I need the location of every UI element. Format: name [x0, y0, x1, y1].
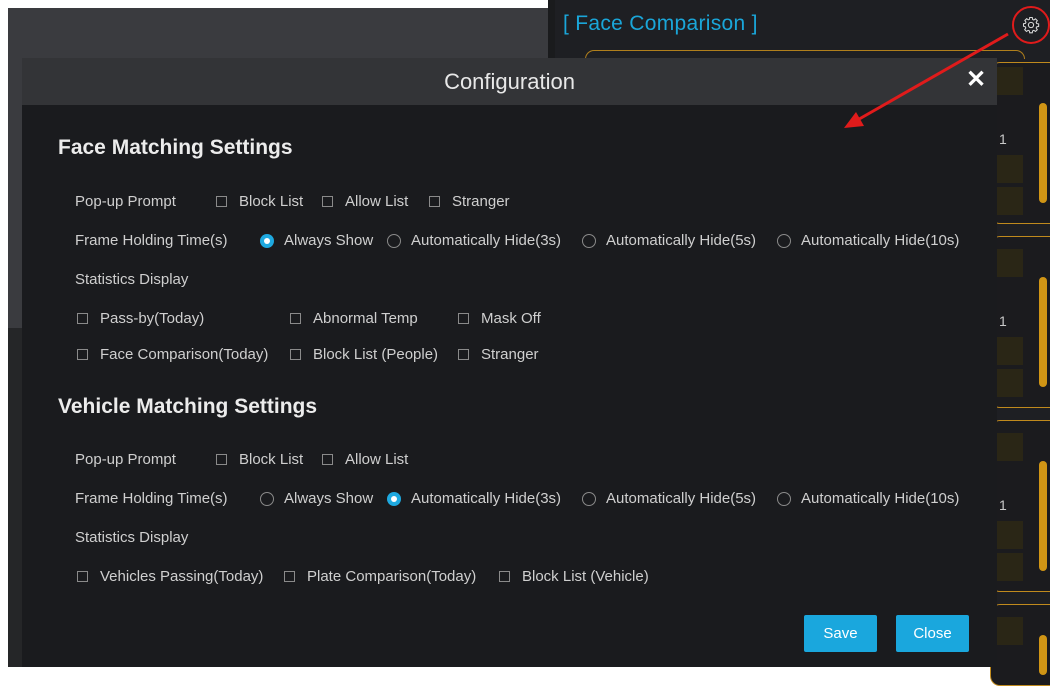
option-label: Block List [239, 193, 304, 210]
option-label: Automatically Hide(5s) [606, 490, 757, 507]
face-holding-label: Frame Holding Time(s) [75, 232, 228, 249]
checkbox-box [284, 571, 295, 582]
vehicle-popup-block-list-checkbox[interactable]: Block List [216, 451, 303, 468]
checkbox-box [322, 454, 333, 465]
stat-block-list-people-checkbox[interactable]: Block List (People) [290, 346, 438, 363]
stat-vehicles-passing-checkbox[interactable]: Vehicles Passing(Today) [77, 568, 263, 585]
option-label: Stranger [481, 346, 539, 363]
card-slot [997, 553, 1023, 581]
face-holding-hide10s-radio[interactable]: Automatically Hide(10s) [777, 232, 959, 249]
checkbox-box [77, 313, 88, 324]
stat-abnormal-temp-checkbox[interactable]: Abnormal Temp [290, 310, 418, 327]
background-card [990, 604, 1050, 686]
save-button[interactable]: Save [804, 615, 877, 652]
option-label: Block List (Vehicle) [522, 568, 649, 585]
checkbox-box [216, 196, 227, 207]
annotation-arrow [844, 32, 1009, 128]
card-slot [997, 433, 1023, 461]
background-left-edge [8, 328, 22, 667]
card-slot [997, 369, 1023, 397]
background-card: 1 [990, 420, 1050, 592]
checkbox-box [458, 349, 469, 360]
card-rail [1039, 461, 1047, 571]
stat-face-comparison-checkbox[interactable]: Face Comparison(Today) [77, 346, 268, 363]
radio-unselected [260, 491, 274, 506]
vehicle-holding-hide5s-radio[interactable]: Automatically Hide(5s) [582, 490, 756, 507]
card-slot [997, 155, 1023, 183]
checkbox-box [77, 571, 88, 582]
option-label: Automatically Hide(3s) [411, 232, 562, 249]
card-slot [997, 337, 1023, 365]
card-rail [1039, 277, 1047, 387]
option-label: Block List (People) [313, 346, 439, 363]
checkbox-box [290, 313, 301, 324]
radio-unselected [777, 233, 791, 248]
card-rail [1039, 103, 1047, 203]
vehicle-holding-always-show-radio[interactable]: Always Show [260, 490, 373, 507]
option-label: Automatically Hide(5s) [606, 232, 757, 249]
face-popup-label: Pop-up Prompt [75, 193, 176, 210]
checkbox-box [458, 313, 469, 324]
checkbox-box [429, 196, 440, 207]
vehicle-stats-label: Statistics Display [75, 529, 189, 546]
radio-unselected [582, 491, 596, 506]
face-holding-hide5s-radio[interactable]: Automatically Hide(5s) [582, 232, 756, 249]
face-popup-allow-list-checkbox[interactable]: Allow List [322, 193, 408, 210]
option-label: Mask Off [481, 310, 541, 327]
option-label: Always Show [284, 490, 374, 507]
face-stats-label: Statistics Display [75, 271, 189, 288]
stat-block-list-vehicle-checkbox[interactable]: Block List (Vehicle) [499, 568, 649, 585]
card-number: 1 [999, 497, 1007, 513]
option-label: Face Comparison(Today) [100, 346, 269, 363]
face-holding-hide3s-radio[interactable]: Automatically Hide(3s) [387, 232, 561, 249]
card-slot [997, 617, 1023, 645]
vehicle-popup-allow-list-checkbox[interactable]: Allow List [322, 451, 408, 468]
radio-selected [387, 491, 401, 506]
checkbox-box [322, 196, 333, 207]
face-popup-block-list-checkbox[interactable]: Block List [216, 193, 303, 210]
close-button[interactable]: Close [896, 615, 969, 652]
vehicle-popup-label: Pop-up Prompt [75, 451, 176, 468]
radio-unselected [582, 233, 596, 248]
option-label: Allow List [345, 193, 409, 210]
option-label: Allow List [345, 451, 409, 468]
checkbox-box [216, 454, 227, 465]
face-comparison-title: [ Face Comparison ] [563, 12, 758, 35]
option-label: Abnormal Temp [313, 310, 418, 327]
background-card: 1 [990, 236, 1050, 408]
vehicle-holding-hide3s-radio[interactable]: Automatically Hide(3s) [387, 490, 561, 507]
gear-icon [1022, 16, 1040, 34]
checkbox-box [499, 571, 510, 582]
radio-selected [260, 233, 274, 248]
stat-pass-by-checkbox[interactable]: Pass-by(Today) [77, 310, 204, 327]
checkbox-box [77, 349, 88, 360]
stat-mask-off-checkbox[interactable]: Mask Off [458, 310, 541, 327]
option-label: Vehicles Passing(Today) [100, 568, 264, 585]
card-slot [997, 187, 1023, 215]
option-label: Block List [239, 451, 304, 468]
option-label: Plate Comparison(Today) [307, 568, 477, 585]
option-label: Automatically Hide(3s) [411, 490, 562, 507]
vehicle-holding-label: Frame Holding Time(s) [75, 490, 228, 507]
option-label: Pass-by(Today) [100, 310, 205, 327]
radio-unselected [777, 491, 791, 506]
vehicle-holding-hide10s-radio[interactable]: Automatically Hide(10s) [777, 490, 959, 507]
card-rail [1039, 635, 1047, 675]
face-holding-always-show-radio[interactable]: Always Show [260, 232, 373, 249]
card-slot [997, 249, 1023, 277]
option-label: Stranger [452, 193, 510, 210]
radio-unselected [387, 233, 401, 248]
face-matching-title: Face Matching Settings [58, 136, 293, 159]
configuration-dialog: Configuration ✕ Face Matching Settings P… [22, 58, 997, 667]
stat-stranger-checkbox[interactable]: Stranger [458, 346, 539, 363]
vehicle-matching-title: Vehicle Matching Settings [58, 395, 318, 418]
card-number: 1 [999, 313, 1007, 329]
stat-plate-comparison-checkbox[interactable]: Plate Comparison(Today) [284, 568, 476, 585]
card-slot [997, 521, 1023, 549]
option-label: Automatically Hide(10s) [801, 490, 960, 507]
face-popup-stranger-checkbox[interactable]: Stranger [429, 193, 510, 210]
option-label: Automatically Hide(10s) [801, 232, 960, 249]
checkbox-box [290, 349, 301, 360]
option-label: Always Show [284, 232, 374, 249]
